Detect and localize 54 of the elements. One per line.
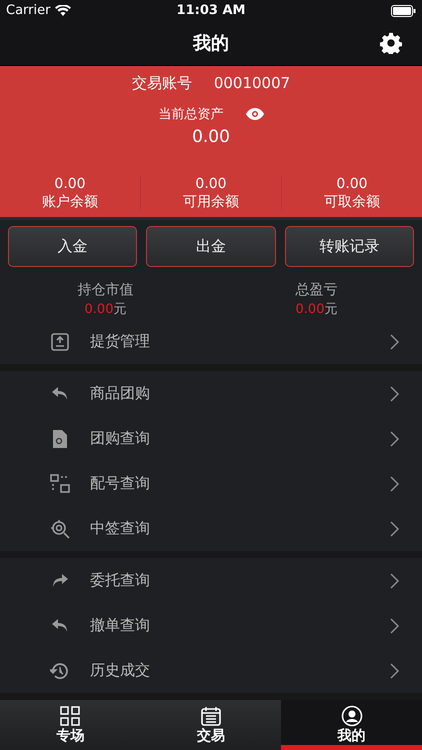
balance-label: 账户余额 (42, 193, 98, 212)
upload-icon (50, 332, 70, 352)
total-assets-label: 当前总资产 (158, 106, 224, 122)
tab-label: 交易 (197, 726, 225, 745)
settings-icon[interactable] (380, 32, 402, 54)
chevron-right-icon (390, 334, 400, 350)
balance-value: 0.00 (336, 175, 368, 194)
menu-item[interactable]: 提货管理 (0, 319, 422, 364)
tab-label: 我的 (338, 726, 366, 745)
menu-item[interactable]: 商品团购 (0, 371, 422, 416)
account-number: 00010007 (214, 74, 290, 92)
menu-item[interactable]: 委托查询 (0, 558, 422, 604)
action-button[interactable]: 转账记录 (284, 226, 414, 268)
calendar-icon (200, 704, 222, 727)
stat-label: 持仓市值 (78, 281, 134, 300)
action-button[interactable]: 入金 (8, 226, 138, 268)
document-search-icon (50, 428, 70, 449)
chevron-right-icon (390, 572, 400, 589)
tab[interactable]: 专场 (0, 700, 141, 750)
chevron-right-icon (390, 520, 400, 537)
menu-item[interactable]: 撤单查询 (0, 603, 422, 648)
chevron-right-icon (390, 476, 400, 492)
squares-icon (50, 474, 70, 494)
tab[interactable]: 交易 (140, 700, 282, 750)
wifi-icon (55, 4, 72, 17)
menu-item[interactable]: 团购查询 (0, 416, 422, 462)
clock-time: 11:03 AM (176, 3, 246, 18)
grid-icon (59, 704, 82, 727)
chevron-right-icon (390, 662, 400, 679)
total-assets-value: 0.00 (192, 126, 230, 146)
action-button[interactable]: 出金 (146, 226, 276, 268)
balance-value: 0.00 (54, 175, 86, 194)
balance-value: 0.00 (195, 175, 227, 194)
stat-value: 0.00元 (296, 301, 338, 320)
stat-value: 0.00元 (84, 301, 126, 320)
carrier-label: Carrier (6, 3, 50, 18)
chevron-right-icon (390, 386, 400, 402)
page-title: 我的 (193, 32, 229, 56)
tab[interactable]: 我的 (281, 700, 422, 750)
chevron-right-icon (390, 618, 400, 634)
chevron-right-icon (390, 430, 400, 447)
menu-item[interactable]: 中签查询 (0, 506, 422, 552)
history-icon (50, 660, 70, 681)
stat-label: 总盈亏 (296, 281, 338, 300)
menu-item[interactable]: 配号查询 (0, 461, 422, 506)
account-label: 交易账号 (132, 74, 192, 92)
balance-label: 可用余额 (183, 193, 239, 212)
eye-icon[interactable] (246, 108, 264, 120)
battery-icon (391, 4, 416, 17)
target-icon (50, 518, 70, 539)
balance-label: 可取余额 (324, 193, 380, 212)
user-icon (340, 704, 363, 727)
tab-label: 专场 (56, 726, 84, 745)
menu-item[interactable]: 历史成交 (0, 648, 422, 694)
